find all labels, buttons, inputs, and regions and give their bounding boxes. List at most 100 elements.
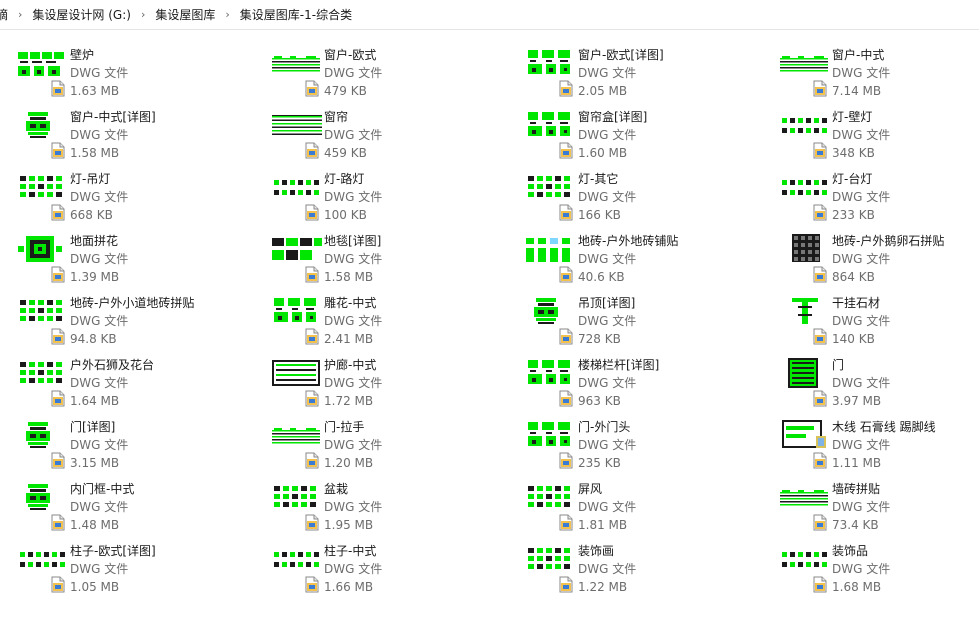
file-type: DWG 文件 xyxy=(832,438,891,452)
file-size: 348 KB xyxy=(832,146,875,160)
file-name: 地面拼花 xyxy=(70,234,119,248)
file-name: 干挂石材 xyxy=(832,296,881,310)
file-name: 屏风 xyxy=(578,482,603,496)
file-item[interactable]: 盆栽 DWG 文件 1.95 MB xyxy=(256,474,496,536)
file-item[interactable]: 灯-台灯 DWG 文件 233 KB xyxy=(764,164,979,226)
dwg-file-icon xyxy=(304,328,320,345)
file-type: DWG 文件 xyxy=(832,562,891,576)
file-type: DWG 文件 xyxy=(324,128,383,142)
dwg-file-icon xyxy=(558,204,574,221)
file-size: 728 KB xyxy=(578,332,621,346)
file-item[interactable]: 壁炉 DWG 文件 1.63 MB xyxy=(2,40,242,102)
file-size: 1.48 MB xyxy=(70,518,120,532)
file-item[interactable]: 灯-壁灯 DWG 文件 348 KB xyxy=(764,102,979,164)
file-type: DWG 文件 xyxy=(578,66,637,80)
file-type: DWG 文件 xyxy=(832,128,891,142)
file-name: 窗户-欧式[详图] xyxy=(578,48,664,62)
dwg-file-icon xyxy=(50,204,66,221)
breadcrumb-item-2[interactable]: 集设屋图库 xyxy=(149,6,221,23)
file-item[interactable]: 门-拉手 DWG 文件 1.20 MB xyxy=(256,412,496,474)
file-grid: 壁炉 DWG 文件 1.63 MB 窗户-欧式 DWG 文件 479 KB 窗户-欧式[… xyxy=(0,40,979,629)
file-type: DWG 文件 xyxy=(70,252,129,266)
file-item[interactable]: 户外石狮及花台 DWG 文件 1.64 MB xyxy=(2,350,242,412)
file-name: 地砖-户外小道地砖拼贴 xyxy=(70,296,195,310)
breadcrumb-item-0[interactable]: 摘 xyxy=(0,6,14,23)
file-item[interactable]: 窗帘盒[详图] DWG 文件 1.60 MB xyxy=(510,102,750,164)
file-item[interactable]: 门[详图] DWG 文件 3.15 MB xyxy=(2,412,242,474)
file-name: 地砖-户外地砖铺贴 xyxy=(578,234,679,248)
dwg-file-icon xyxy=(558,390,574,407)
file-item[interactable]: 窗户-中式[详图] DWG 文件 1.58 MB xyxy=(2,102,242,164)
file-name: 楼梯栏杆[详图] xyxy=(578,358,660,372)
file-name: 灯-吊灯 xyxy=(70,172,111,186)
dwg-file-icon xyxy=(812,204,828,221)
file-item[interactable]: 柱子-欧式[详图] DWG 文件 1.05 MB xyxy=(2,536,242,598)
file-item[interactable]: 内门框-中式 DWG 文件 1.48 MB xyxy=(2,474,242,536)
dwg-file-icon xyxy=(50,452,66,469)
file-item[interactable]: 地毯[详图] DWG 文件 1.58 MB xyxy=(256,226,496,288)
file-item[interactable]: 门-外门头 DWG 文件 235 KB xyxy=(510,412,750,474)
dwg-file-icon xyxy=(812,266,828,283)
file-size: 2.05 MB xyxy=(578,84,628,98)
dwg-file-icon xyxy=(50,80,66,97)
file-type: DWG 文件 xyxy=(832,314,891,328)
file-item[interactable]: 装饰画 DWG 文件 1.22 MB xyxy=(510,536,750,598)
file-type: DWG 文件 xyxy=(70,376,129,390)
file-type: DWG 文件 xyxy=(70,128,129,142)
file-item[interactable]: 地砖-户外小道地砖拼贴 DWG 文件 94.8 KB xyxy=(2,288,242,350)
file-item[interactable]: 灯-路灯 DWG 文件 100 KB xyxy=(256,164,496,226)
file-item[interactable]: 灯-其它 DWG 文件 166 KB xyxy=(510,164,750,226)
file-size: 233 KB xyxy=(832,208,875,222)
file-size: 1.58 MB xyxy=(70,146,120,160)
file-item[interactable]: 楼梯栏杆[详图] DWG 文件 963 KB xyxy=(510,350,750,412)
file-item[interactable]: 护廊-中式 DWG 文件 1.72 MB xyxy=(256,350,496,412)
file-item[interactable]: 门 DWG 文件 3.97 MB xyxy=(764,350,979,412)
file-item[interactable]: 地面拼花 DWG 文件 1.39 MB xyxy=(2,226,242,288)
file-item[interactable]: 雕花-中式 DWG 文件 2.41 MB xyxy=(256,288,496,350)
dwg-file-icon xyxy=(50,576,66,593)
file-name: 窗户-中式[详图] xyxy=(70,110,156,124)
dwg-file-icon xyxy=(812,390,828,407)
dwg-file-icon xyxy=(558,452,574,469)
file-item[interactable]: 干挂石材 DWG 文件 140 KB xyxy=(764,288,979,350)
file-item[interactable]: 木线 石膏线 踢脚线 DWG 文件 1.11 MB xyxy=(764,412,979,474)
chevron-right-icon[interactable]: › xyxy=(14,8,26,21)
breadcrumb-item-3[interactable]: 集设屋图库-1-综合类 xyxy=(234,6,358,23)
file-item[interactable]: 吊顶[详图] DWG 文件 728 KB xyxy=(510,288,750,350)
file-item[interactable]: 窗户-欧式[详图] DWG 文件 2.05 MB xyxy=(510,40,750,102)
file-name: 雕花-中式 xyxy=(324,296,377,310)
file-name: 门-拉手 xyxy=(324,420,365,434)
file-size: 963 KB xyxy=(578,394,621,408)
file-name: 户外石狮及花台 xyxy=(70,358,155,372)
file-item[interactable]: 装饰品 DWG 文件 1.68 MB xyxy=(764,536,979,598)
file-item[interactable]: 屏风 DWG 文件 1.81 MB xyxy=(510,474,750,536)
address-bar[interactable]: 摘 › 集设屋设计网 (G:) › 集设屋图库 › 集设屋图库-1-综合类 xyxy=(0,0,979,30)
file-size: 1.58 MB xyxy=(324,270,374,284)
breadcrumb-item-1[interactable]: 集设屋设计网 (G:) xyxy=(26,6,137,23)
dwg-file-icon xyxy=(50,142,66,159)
dwg-file-icon xyxy=(304,452,320,469)
file-item[interactable]: 灯-吊灯 DWG 文件 668 KB xyxy=(2,164,242,226)
file-item[interactable]: 地砖-户外地砖铺贴 DWG 文件 40.6 KB xyxy=(510,226,750,288)
dwg-file-icon xyxy=(812,514,828,531)
file-item[interactable]: 窗户-欧式 DWG 文件 479 KB xyxy=(256,40,496,102)
file-type: DWG 文件 xyxy=(578,128,637,142)
file-size: 668 KB xyxy=(70,208,113,222)
file-name: 墙砖拼贴 xyxy=(832,482,881,496)
file-item[interactable]: 墙砖拼贴 DWG 文件 73.4 KB xyxy=(764,474,979,536)
file-name: 门-外门头 xyxy=(578,420,631,434)
file-type: DWG 文件 xyxy=(70,500,129,514)
file-type: DWG 文件 xyxy=(324,252,383,266)
file-size: 1.11 MB xyxy=(832,456,882,470)
chevron-right-icon[interactable]: › xyxy=(137,8,149,21)
chevron-right-icon[interactable]: › xyxy=(221,8,233,21)
file-item[interactable]: 柱子-中式 DWG 文件 1.66 MB xyxy=(256,536,496,598)
file-type: DWG 文件 xyxy=(70,190,129,204)
file-item[interactable]: 地砖-户外鹅卵石拼贴 DWG 文件 864 KB xyxy=(764,226,979,288)
file-name: 木线 石膏线 踢脚线 xyxy=(832,420,936,434)
file-item[interactable]: 窗户-中式 DWG 文件 7.14 MB xyxy=(764,40,979,102)
file-size: 140 KB xyxy=(832,332,875,346)
file-type: DWG 文件 xyxy=(578,190,637,204)
file-name: 地砖-户外鹅卵石拼贴 xyxy=(832,234,945,248)
file-item[interactable]: 窗帘 DWG 文件 459 KB xyxy=(256,102,496,164)
